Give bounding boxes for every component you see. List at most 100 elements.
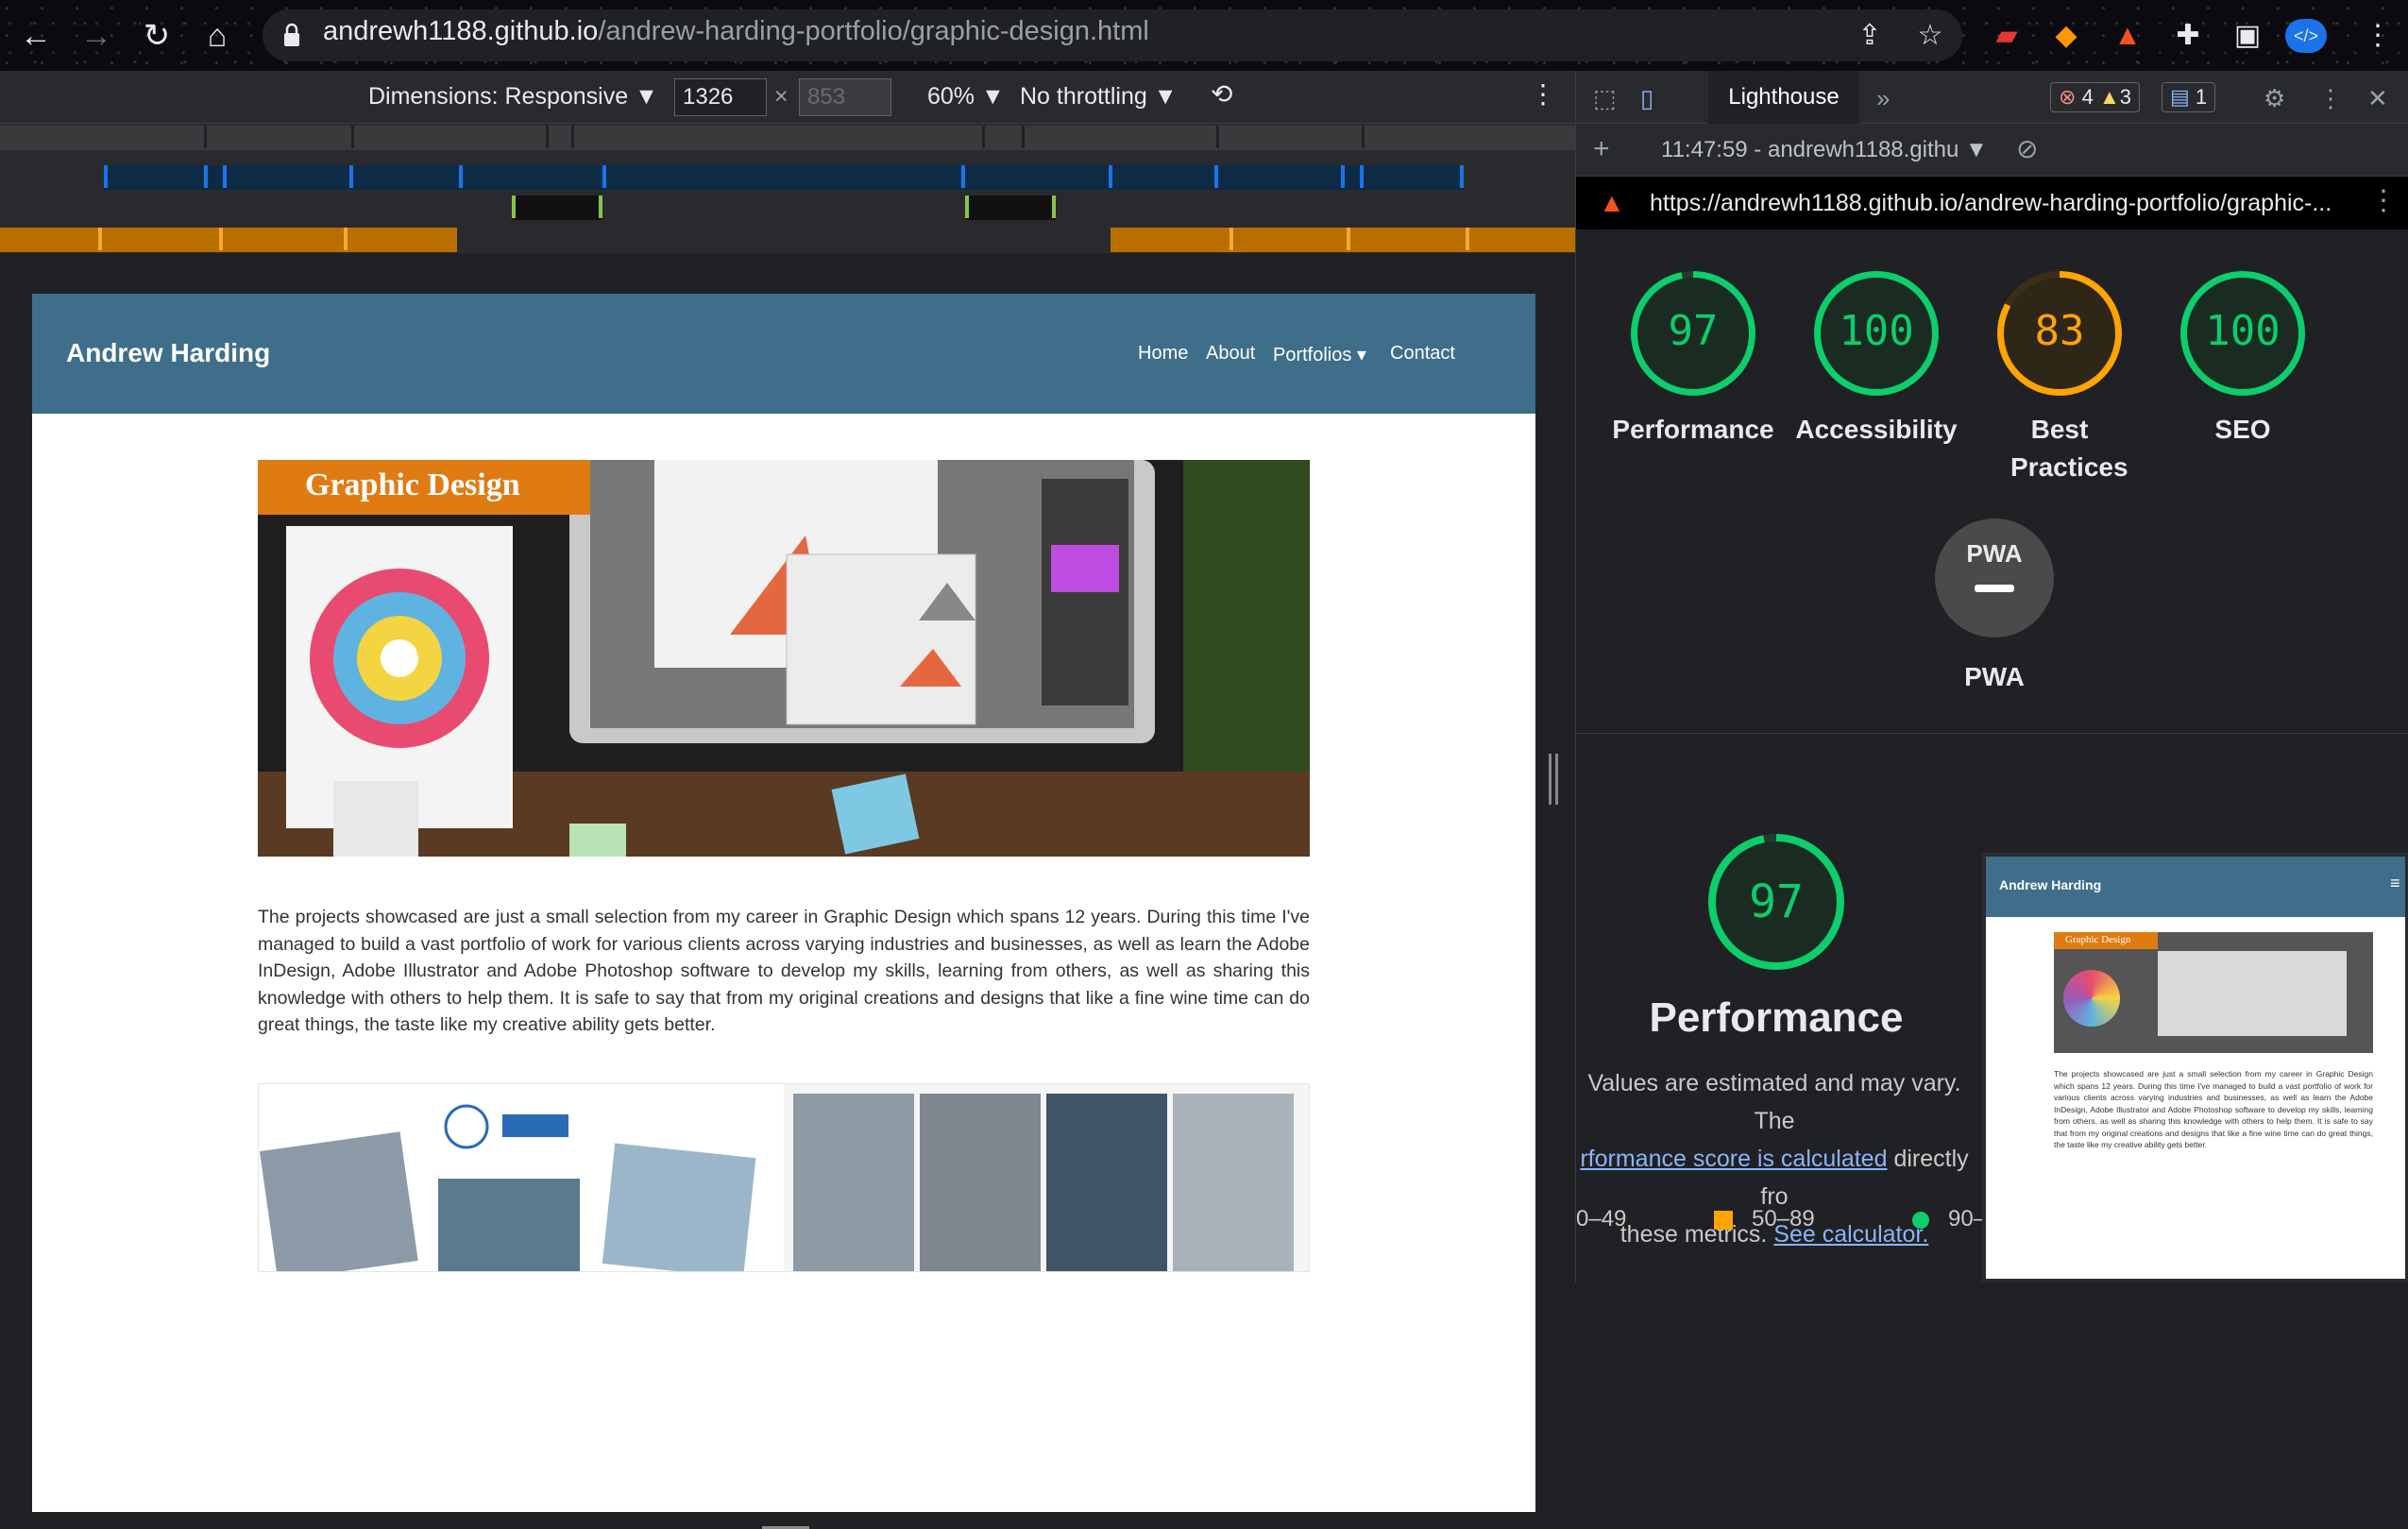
score-gauge-performance[interactable]: 97	[1631, 271, 1755, 396]
pwa-title: PWA	[1964, 662, 2025, 691]
settings-gear-icon[interactable]: ⚙	[2264, 84, 2285, 113]
errors-badge[interactable]: ⊗ 4 ▲3	[2050, 82, 2140, 112]
lock-icon	[284, 23, 299, 46]
legend-fail: 0–49	[1576, 1206, 1627, 1232]
thumb-hero-label: Graphic Design	[2054, 932, 2158, 949]
url-text[interactable]: andrewh1188.github.io/andrew-harding-por…	[323, 16, 1149, 47]
score-gauge-seo[interactable]: 100	[2180, 271, 2305, 396]
nav-about[interactable]: About	[1206, 343, 1255, 365]
media-query-row-3b[interactable]	[965, 195, 1056, 220]
media-query-row-1[interactable]	[0, 126, 1575, 150]
back-arrow-icon[interactable]: ←	[17, 17, 55, 55]
performance-big-score: 97	[1749, 875, 1804, 928]
emulated-page: Andrew Harding Home About Portfolios ▾ C…	[32, 294, 1535, 1512]
device-viewport: Andrew Harding Home About Portfolios ▾ C…	[0, 253, 1575, 1529]
score-value: 100	[2205, 307, 2281, 355]
rotate-icon[interactable]: ⟲	[1211, 78, 1232, 110]
devtools-tabs: ⬚ ▯ Lighthouse » ⊗ 4 ▲3 ▤ 1 ⚙ ⋮ ✕	[1576, 71, 2408, 124]
site-navbar: Andrew Harding Home About Portfolios ▾ C…	[32, 294, 1535, 414]
score-value: 100	[1839, 307, 1914, 355]
intro-paragraph: The projects showcased are just a small …	[258, 907, 1310, 1035]
hero-label: Graphic Design	[258, 460, 590, 515]
menu-dots-icon[interactable]: ⋮	[2361, 19, 2395, 53]
score-title: SEO	[2214, 415, 2271, 444]
section-divider	[1576, 733, 2408, 734]
site-brand[interactable]: Andrew Harding	[66, 338, 270, 368]
media-query-row-2[interactable]	[104, 165, 1464, 190]
lighthouse-toolbar: + 11:47:59 - andrewh1188.githu ▼ ⊘	[1576, 124, 2408, 177]
nav-portfolios[interactable]: Portfolios ▾	[1273, 343, 1366, 366]
tab-lighthouse[interactable]: Lighthouse	[1708, 71, 1859, 124]
media-query-row-4b[interactable]	[1111, 228, 1575, 252]
performance-heading: Performance	[1649, 994, 1904, 1041]
pwa-badge-icon[interactable]: PWA	[1935, 518, 2054, 637]
nav-contact[interactable]: Contact	[1390, 343, 1455, 365]
new-report-icon[interactable]: +	[1593, 133, 1610, 165]
throttling-select[interactable]: No throttling ▼	[1020, 83, 1177, 110]
nav-home[interactable]: Home	[1138, 343, 1188, 365]
thumb-color-wheel	[2063, 970, 2120, 1027]
performance-big-gauge: 97	[1708, 834, 1844, 970]
viewport-height-input[interactable]	[799, 78, 891, 116]
values-line-1: Values are estimated and may vary. The	[1587, 1070, 1961, 1134]
close-icon[interactable]: ✕	[2367, 84, 2388, 113]
orange-square-icon	[1714, 1210, 1733, 1230]
report-url-bar: ▲ https://andrewh1188.github.io/andrew-h…	[1576, 177, 2408, 229]
times-sign: ×	[774, 83, 789, 110]
cast-icon[interactable]: ▣	[2230, 19, 2264, 53]
lighthouse-extension-icon[interactable]: ▲	[2111, 19, 2145, 53]
thumb-navbar: Andrew Harding ≡	[1986, 857, 2405, 917]
forward-arrow-icon[interactable]: →	[77, 17, 115, 55]
portfolio-gallery	[258, 1083, 1310, 1281]
dimensions-select[interactable]: Dimensions: Responsive ▼	[368, 83, 658, 110]
viewport-width-input[interactable]	[674, 78, 767, 116]
puzzle-extensions-icon[interactable]: ✚	[2171, 19, 2205, 53]
device-toggle-icon[interactable]: ▯	[1640, 84, 1653, 113]
gallery-thumbnails	[259, 1084, 1309, 1281]
media-query-bars	[0, 124, 1575, 253]
pdf-extension-icon[interactable]: ▰	[1990, 19, 2024, 53]
report-url[interactable]: https://andrewh1188.github.io/andrew-har…	[1650, 190, 2332, 217]
report-menu-icon[interactable]: ⋮	[2369, 184, 2398, 217]
score-gauge-best-practices[interactable]: 83	[1997, 271, 2122, 396]
thumb-paragraph: The projects showcased are just a small …	[2054, 1069, 2373, 1149]
pwa-dash-icon	[1975, 585, 2014, 592]
extension-icon[interactable]: ◆	[2049, 19, 2083, 53]
browser-toolbar: ← → ↻ ⌂ andrewh1188.github.io/andrew-har…	[0, 0, 2408, 71]
score-value: 97	[1668, 307, 1719, 355]
home-icon[interactable]: ⌂	[198, 17, 236, 55]
score-title: Best Practices	[2010, 415, 2128, 482]
device-toolbar: Dimensions: Responsive ▼ × 60% ▼ No thro…	[0, 71, 1575, 124]
score-calculated-link[interactable]: rformance score is calculated	[1580, 1146, 1887, 1172]
thumb-monitor	[2158, 951, 2347, 1036]
score-title: Performance	[1612, 415, 1774, 444]
viewport-resize-handle[interactable]	[1549, 754, 1558, 805]
thumb-hero: Graphic Design	[2054, 932, 2373, 1053]
zoom-select[interactable]: 60% ▼	[927, 83, 1005, 110]
hero-illustration	[258, 460, 1310, 857]
thumb-menu-icon: ≡	[2390, 874, 2400, 892]
pwa-badge-text: PWA	[1966, 539, 2023, 568]
bookmark-star-icon[interactable]: ☆	[1913, 19, 1947, 53]
devtools-panel: ⬚ ▯ Lighthouse » ⊗ 4 ▲3 ▤ 1 ⚙ ⋮ ✕ + 11:4…	[1575, 71, 2408, 1283]
screenshot-thumbnail[interactable]: Andrew Harding ≡ Graphic Design The proj…	[1982, 853, 2408, 1283]
more-options-icon[interactable]: ⋮	[1530, 78, 1556, 110]
score-gauge-accessibility[interactable]: 100	[1814, 271, 1939, 396]
thumb-brand: Andrew Harding	[1999, 877, 2102, 892]
messages-badge[interactable]: ▤ 1	[2162, 82, 2216, 112]
media-query-row-4a[interactable]	[0, 228, 457, 252]
clear-icon[interactable]: ⊘	[2016, 133, 2038, 164]
code-extension-icon[interactable]: </>	[2285, 19, 2327, 53]
legend-average: 50–89	[1714, 1206, 1815, 1232]
score-value: 83	[2034, 307, 2085, 355]
report-select[interactable]: 11:47:59 - andrewh1188.githu ▼	[1661, 137, 1988, 163]
score-title: Accessibility	[1795, 415, 1958, 444]
devtools-menu-icon[interactable]: ⋮	[2318, 84, 2343, 113]
media-query-row-3a[interactable]	[512, 195, 602, 220]
reload-icon[interactable]: ↻	[138, 17, 176, 55]
more-tabs-icon[interactable]: »	[1876, 84, 1890, 113]
hero-image: Graphic Design	[258, 460, 1310, 857]
share-icon[interactable]: ⇪	[1853, 19, 1887, 53]
inspect-element-icon[interactable]: ⬚	[1593, 84, 1617, 113]
green-circle-icon	[1912, 1211, 1929, 1229]
